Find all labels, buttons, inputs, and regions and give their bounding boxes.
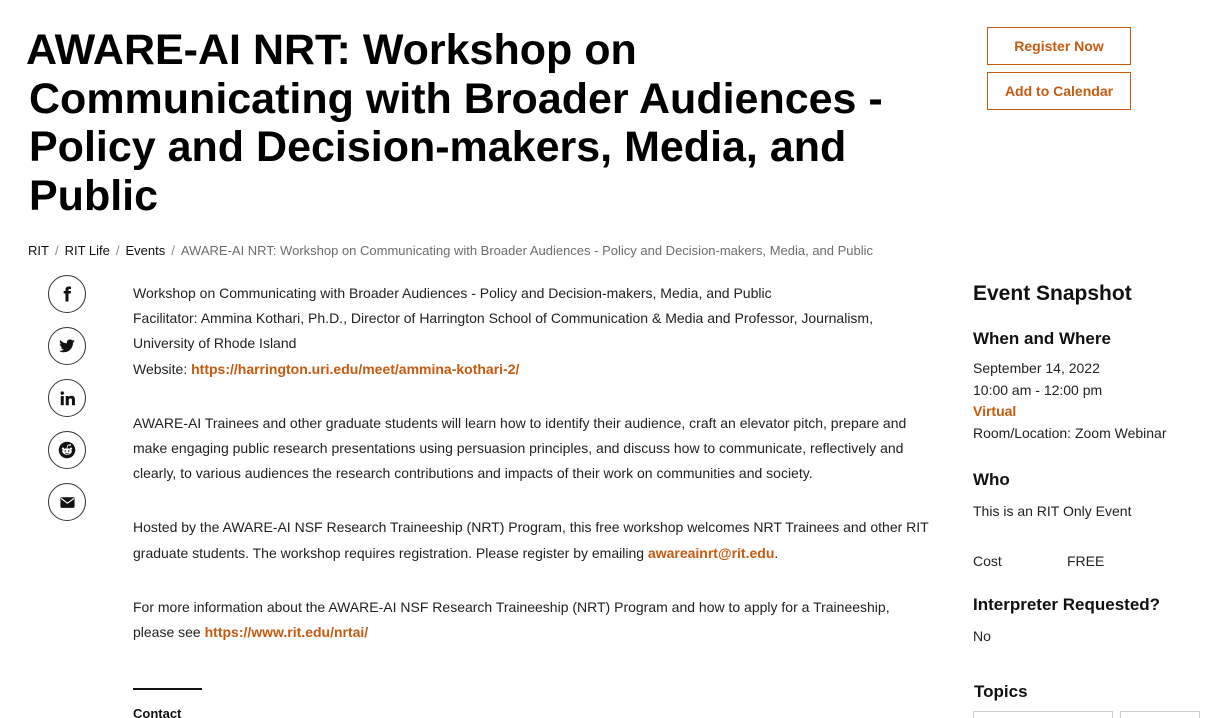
snapshot-title: Event Snapshot [973, 282, 1132, 305]
contact-heading: Contact [133, 706, 182, 718]
reddit-icon [58, 441, 76, 459]
share-linkedin-button[interactable] [48, 379, 86, 417]
period: . [774, 544, 779, 561]
event-description: Workshop on Communicating with Broader A… [133, 281, 933, 674]
interpreter-value: No [973, 627, 991, 644]
contact-divider [133, 688, 202, 690]
breadcrumb-separator: / [171, 243, 175, 258]
breadcrumb-separator: / [115, 243, 120, 258]
share-twitter-button[interactable] [48, 327, 86, 365]
add-to-calendar-button[interactable]: Add to Calendar [987, 72, 1131, 110]
who-heading: Who [973, 470, 1010, 489]
nrtai-link[interactable]: https://www.rit.edu/nrtai/ [205, 624, 369, 640]
cost-value: FREE [1067, 552, 1105, 569]
event-time: 10:00 am - 12:00 pm [973, 381, 1103, 398]
cost-row: Cost FREE [973, 553, 1213, 569]
breadcrumb-link-rit-life[interactable]: RIT Life [65, 243, 110, 258]
title-line: Public [29, 171, 159, 220]
facilitator-text: Facilitator: Ammina Kothari, Ph.D., Dire… [133, 310, 873, 352]
intro-line: Workshop on Communicating with Broader A… [133, 285, 772, 301]
event-snapshot: Event Snapshot When and Where September … [973, 280, 1213, 647]
event-page: AWARE-AI NRT: Workshop on Communicating … [0, 0, 1222, 718]
share-facebook-button[interactable] [48, 275, 86, 313]
facebook-icon [63, 286, 72, 302]
who-text: This is an RIT Only Event [973, 503, 1132, 519]
breadcrumb-current: AWARE-AI NRT: Workshop on Communicating … [180, 243, 874, 258]
registration-paragraph: Hosted by the AWARE-AI NSF Research Trai… [133, 515, 933, 565]
intro-paragraph: Workshop on Communicating with Broader A… [133, 281, 933, 382]
page-title: AWARE-AI NRT: Workshop on Communicating … [26, 26, 956, 220]
title-line: AWARE-AI NRT: Workshop on [26, 26, 637, 74]
breadcrumb-link-rit[interactable]: RIT [28, 243, 49, 258]
breadcrumb-separator: / [54, 243, 59, 258]
topic-tag[interactable] [973, 711, 1113, 718]
breadcrumb: RIT / RIT Life / Events / AWARE-AI NRT: Worksh… [28, 243, 873, 259]
registration-text: Hosted by the AWARE-AI NSF Research Trai… [133, 519, 929, 561]
event-mode: Virtual [973, 403, 1017, 419]
event-location: Room/Location: Zoom Webinar [973, 424, 1167, 441]
email-icon [59, 496, 75, 508]
linkedin-icon [60, 390, 75, 405]
when-where-details: September 14, 2022 10:00 am - 12:00 pm V… [973, 358, 1213, 444]
when-where-heading: When and Where [973, 329, 1111, 348]
interpreter-heading: Interpreter Requested? [973, 594, 1161, 614]
website-link[interactable]: https://harrington.uri.edu/meet/ammina-k… [191, 361, 519, 377]
email-link[interactable]: awareainrt@rit.edu [648, 545, 774, 561]
twitter-icon [58, 339, 75, 353]
website-label: Website: [133, 360, 188, 377]
share-buttons [48, 275, 86, 535]
breadcrumb-link-events[interactable]: Events [125, 243, 165, 258]
topics-heading: Topics [974, 682, 1028, 701]
title-line: Communicating with Broader Audiences - [29, 74, 883, 123]
topic-tag[interactable] [1120, 711, 1200, 718]
share-email-button[interactable] [48, 483, 86, 521]
more-info-paragraph: For more information about the AWARE-AI … [133, 595, 933, 645]
event-date: September 14, 2022 [973, 360, 1100, 376]
title-line: Policy and Decision-makers, Media, and [29, 123, 847, 171]
description-paragraph: AWARE-AI Trainees and other graduate stu… [133, 414, 907, 482]
share-reddit-button[interactable] [48, 431, 86, 469]
event-actions: Register Now Add to Calendar [987, 27, 1131, 117]
register-now-button[interactable]: Register Now [987, 27, 1131, 65]
cost-label: Cost [973, 552, 1002, 569]
